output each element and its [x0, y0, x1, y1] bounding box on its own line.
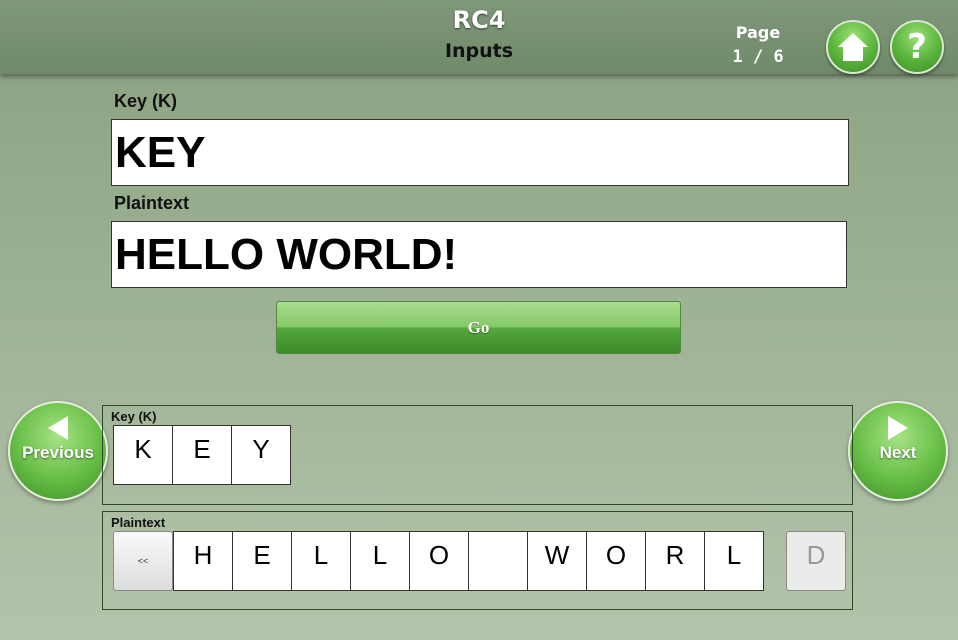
plaintext-cell — [468, 531, 528, 591]
arrow-right-icon — [888, 416, 908, 440]
key-input[interactable] — [111, 119, 849, 186]
page-number: 1 / 6 — [732, 47, 784, 67]
header-bar: RC4 Inputs Page 1 / 6 ? — [0, 0, 958, 74]
home-icon — [838, 33, 868, 61]
scroll-right-button[interactable]: D — [786, 531, 846, 591]
arrow-left-icon — [48, 416, 68, 440]
key-panel: Key (K) K E Y — [102, 405, 853, 505]
page-label: Page — [735, 23, 781, 42]
plaintext-input[interactable] — [111, 221, 847, 288]
plaintext-cell: R — [645, 531, 705, 591]
plaintext-cells: << H E L L O W O R L — [113, 531, 764, 591]
plaintext-cell: L — [350, 531, 410, 591]
plaintext-cell: H — [173, 531, 233, 591]
plaintext-cell: O — [409, 531, 469, 591]
previous-label: Previous — [22, 443, 94, 462]
plaintext-cell: E — [232, 531, 292, 591]
home-button[interactable] — [826, 20, 880, 74]
next-button[interactable]: Next — [848, 401, 948, 501]
page-subtitle: Inputs — [444, 40, 514, 62]
plaintext-cell: W — [527, 531, 587, 591]
scroll-left-button[interactable]: << — [113, 531, 173, 591]
help-button[interactable]: ? — [890, 20, 944, 74]
next-label: Next — [879, 443, 917, 462]
plaintext-panel: Plaintext << H E L L O W O R L D — [102, 511, 853, 610]
go-button[interactable]: Go — [276, 301, 681, 354]
help-icon: ? — [907, 27, 927, 67]
key-cells: K E Y — [113, 425, 291, 485]
app-title: RC4 — [452, 6, 506, 34]
plaintext-cell: O — [586, 531, 646, 591]
plaintext-panel-title: Plaintext — [111, 515, 166, 530]
key-cell: E — [172, 425, 232, 485]
previous-button[interactable]: Previous — [8, 401, 108, 501]
plaintext-cell: L — [704, 531, 764, 591]
key-field-label: Key (K) — [114, 91, 178, 111]
key-cell: K — [113, 425, 173, 485]
key-panel-title: Key (K) — [111, 409, 157, 424]
plaintext-cell: L — [291, 531, 351, 591]
plaintext-field-label: Plaintext — [114, 193, 190, 213]
key-cell: Y — [231, 425, 291, 485]
